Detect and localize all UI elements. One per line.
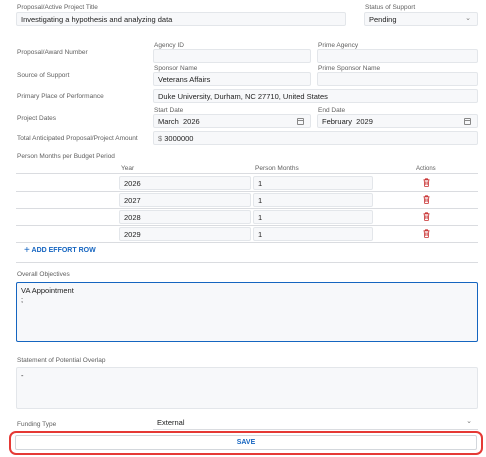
prime-agency-input[interactable] [317,49,478,63]
currency-symbol: $ [158,134,163,143]
add-effort-row-label: ADD EFFORT ROW [31,247,96,254]
delete-icon[interactable] [423,212,430,221]
funding-type-value: External [157,418,185,427]
prime-agency-label: Prime Agency [318,42,359,49]
source-of-support-label: Source of Support [17,72,70,79]
place-of-performance-input[interactable]: Duke University, Durham, NC 27710, Unite… [153,89,478,103]
end-date-value: February 2029 [322,117,373,126]
col-year-header: Year [121,165,135,172]
sponsor-name-label: Sponsor Name [154,65,198,72]
project-dates-label: Project Dates [17,115,57,122]
year-cell[interactable]: 2027 [119,193,251,207]
col-months-header: Person Months [255,165,299,172]
year-cell[interactable]: 2026 [119,176,251,190]
plus-icon: + [24,245,30,256]
delete-icon[interactable] [423,229,430,238]
sponsor-name-input[interactable]: Veterans Affairs [153,72,311,86]
add-effort-row-button[interactable]: + ADD EFFORT ROW [24,245,96,256]
total-amount-input[interactable]: $ 3000000 [153,131,478,145]
delete-icon[interactable] [423,178,430,187]
months-cell[interactable]: 1 [253,176,373,190]
chevron-down-icon: ⌄ [466,418,472,425]
calendar-icon[interactable] [464,118,471,125]
divider [16,173,478,174]
year-cell[interactable]: 2028 [119,210,251,224]
prime-sponsor-label: Prime Sponsor Name [318,65,381,72]
award-number-label: Proposal/Award Number [17,49,88,56]
months-cell[interactable]: 1 [253,227,373,241]
months-cell[interactable]: 1 [253,210,373,224]
project-title-input[interactable]: Investigating a hypothesis and analyzing… [16,12,346,26]
place-of-performance-label: Primary Place of Performance [17,93,104,100]
funding-type-label: Funding Type [17,421,57,428]
potential-overlap-label: Statement of Potential Overlap [17,357,106,364]
delete-icon[interactable] [423,195,430,204]
save-button[interactable]: SAVE [15,435,477,450]
start-date-input[interactable]: March 2026 [153,114,311,128]
col-actions-header: Actions [416,166,436,172]
status-select[interactable]: Pending ⌄ [364,12,478,26]
total-amount-value: 3000000 [164,134,194,143]
start-date-label: Start Date [154,107,184,114]
months-cell[interactable]: 1 [253,193,373,207]
divider [16,242,478,243]
overall-objectives-textarea[interactable]: VA Appointment ; [16,282,478,342]
status-label: Status of Support [365,4,416,11]
total-amount-label: Total Anticipated Proposal/Project Amoun… [17,135,138,142]
divider [16,225,478,226]
agency-id-input[interactable] [153,49,311,63]
end-date-label: End Date [318,107,346,114]
overall-objectives-label: Overall Objectives [17,271,70,278]
calendar-icon[interactable] [297,118,304,125]
divider [16,208,478,209]
end-date-input[interactable]: February 2029 [317,114,478,128]
potential-overlap-textarea[interactable]: - [16,367,478,409]
person-months-label: Person Months per Budget Period [17,153,115,160]
status-value: Pending [369,15,397,24]
prime-sponsor-input[interactable] [317,72,478,86]
start-date-value: March 2026 [158,117,200,126]
agency-id-label: Agency ID [154,42,184,49]
year-cell[interactable]: 2029 [119,227,251,241]
divider [16,262,478,263]
chevron-down-icon: ⌄ [465,15,471,22]
funding-type-select[interactable]: External ⌄ [153,416,478,430]
project-title-label: Proposal/Active Project Title [17,4,98,11]
divider [16,191,478,192]
